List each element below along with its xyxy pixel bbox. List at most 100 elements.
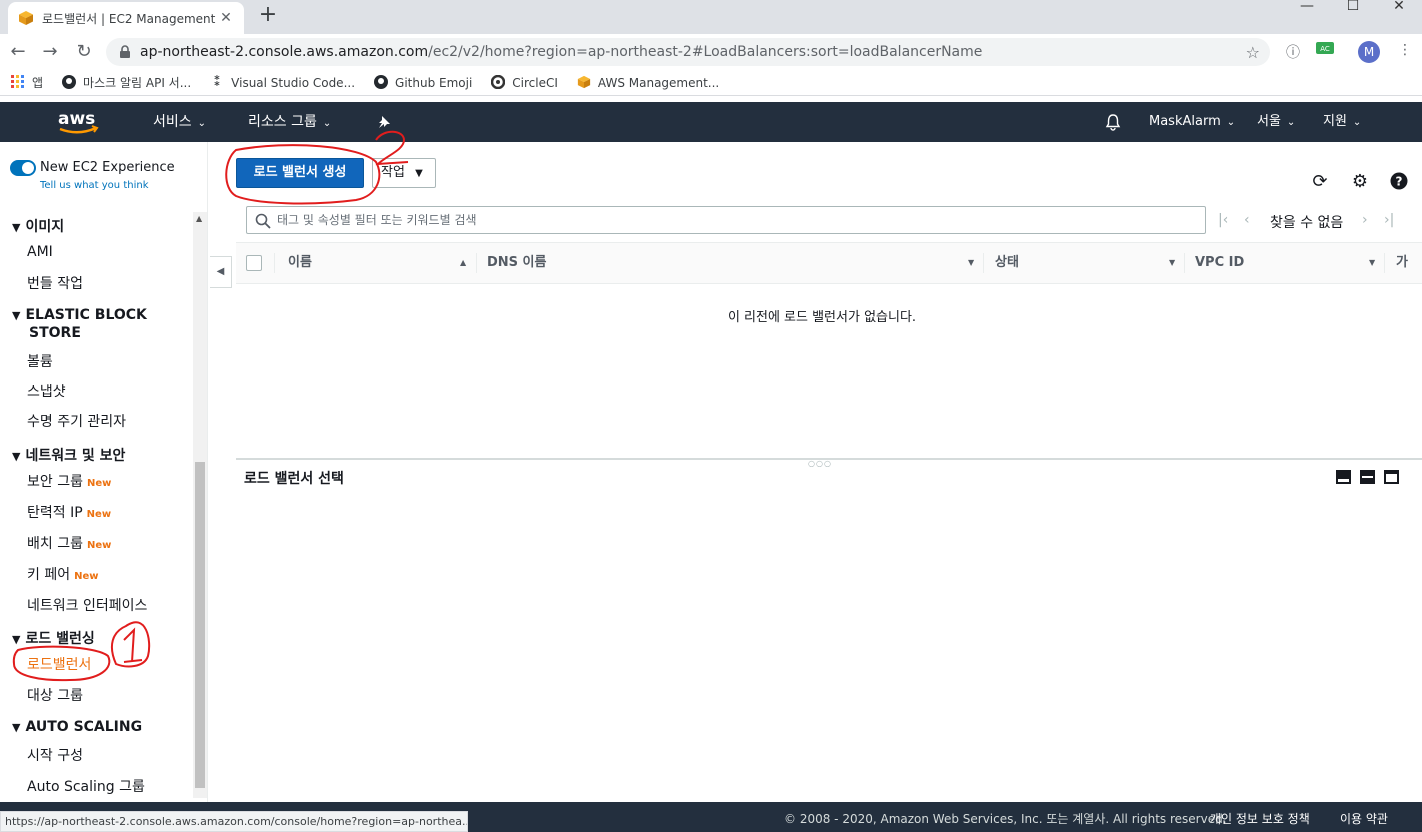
github-icon <box>373 74 389 91</box>
scroll-up-icon[interactable]: ▲ <box>196 214 202 223</box>
layout-bottom-icon[interactable] <box>1336 470 1351 484</box>
url-path: /ec2/v2/home?region=ap-northeast-2#LoadB… <box>428 44 983 60</box>
filter-search-field[interactable] <box>246 206 1206 234</box>
chevron-down-icon: ▼ <box>415 168 423 179</box>
link-status-bubble: https://ap-northeast-2.console.aws.amazo… <box>0 811 468 832</box>
back-icon[interactable]: ← <box>6 40 30 64</box>
section-images[interactable]: ▼ 이미지 <box>12 216 64 236</box>
bookmark-aws[interactable]: AWS Management... <box>576 75 719 91</box>
aws-cube-icon <box>19 11 33 25</box>
prev-page-icon[interactable]: ‹ <box>1244 212 1250 228</box>
first-page-icon[interactable]: |‹ <box>1218 212 1228 228</box>
actions-dropdown[interactable]: 작업 ▼ <box>372 158 436 188</box>
menu-dots-icon[interactable]: ⋮ <box>1394 42 1416 62</box>
browser-tab[interactable]: 로드밸런서 | EC2 Management C ✕ <box>8 2 244 34</box>
minimize-icon[interactable]: — <box>1284 0 1330 34</box>
sidebar-item-load-balancers[interactable]: 로드밸런서 <box>27 654 91 674</box>
sidebar-item-ami[interactable]: AMI <box>27 244 53 260</box>
bookmark-star-icon[interactable]: ☆ <box>1246 43 1260 62</box>
gear-icon[interactable]: ⚙ <box>1350 172 1370 192</box>
notifications-bell-icon[interactable] <box>1104 102 1122 142</box>
terms-link[interactable]: 이용 약관 <box>1340 810 1388 827</box>
resource-groups-menu[interactable]: 리소스 그룹 ⌄ <box>248 102 331 142</box>
sidebar-item-auto-scaling-groups[interactable]: Auto Scaling 그룹 <box>27 776 145 796</box>
section-auto-scaling[interactable]: ▼ AUTO SCALING <box>12 719 142 735</box>
sort-asc-icon[interactable]: ▲ <box>460 243 466 283</box>
feedback-link[interactable]: Tell us what you think <box>40 180 149 191</box>
splitter-grip-icon[interactable]: ○○○ <box>808 459 832 468</box>
triangle-down-icon: ▼ <box>12 633 21 646</box>
sidebar-item-elastic-ip[interactable]: 탄력적 IP New <box>27 502 111 522</box>
empty-table-message: 이 리전에 로드 밸런서가 없습니다. <box>727 310 917 325</box>
next-page-icon[interactable]: › <box>1362 212 1368 228</box>
aws-cube-icon <box>576 75 592 91</box>
layout-split-icon[interactable] <box>1360 470 1375 484</box>
column-availability[interactable]: 가 <box>1396 243 1408 283</box>
new-badge: New <box>86 509 112 520</box>
extension-info-icon[interactable]: ⓘ <box>1282 42 1304 62</box>
sidebar-item-placement-groups[interactable]: 배치 그룹 New <box>27 533 111 553</box>
column-vpc-id[interactable]: VPC ID <box>1195 243 1244 283</box>
privacy-link[interactable]: 개인 정보 보호 정책 <box>1210 810 1310 827</box>
sort-icon[interactable]: ▼ <box>1169 243 1175 283</box>
layout-full-icon[interactable] <box>1384 470 1399 484</box>
profile-avatar[interactable]: M <box>1358 41 1380 63</box>
new-experience-toggle[interactable] <box>10 160 36 176</box>
chevron-down-icon: ⌄ <box>322 118 332 129</box>
sidebar-scrollbar[interactable]: ▲ <box>193 212 207 798</box>
refresh-icon[interactable]: ⟳ <box>1310 172 1330 192</box>
services-menu[interactable]: 서비스 ⌄ <box>153 102 206 142</box>
reload-icon[interactable]: ↻ <box>72 40 96 64</box>
apps-grid-icon <box>10 74 26 91</box>
pin-icon[interactable] <box>377 102 391 142</box>
maximize-icon[interactable]: ☐ <box>1330 0 1376 34</box>
aws-logo[interactable]: aws <box>56 108 102 136</box>
triangle-down-icon: ▼ <box>12 721 21 734</box>
bookmark-mask-api[interactable]: 마스크 알림 API 서... <box>61 74 191 91</box>
account-menu[interactable]: MaskAlarm ⌄ <box>1149 102 1235 142</box>
sidebar-item-volumes[interactable]: 볼륨 <box>27 351 53 371</box>
select-all-checkbox[interactable] <box>246 255 262 271</box>
copyright-text: © 2008 - 2020, Amazon Web Services, Inc.… <box>784 812 1227 826</box>
extension-ac-icon[interactable]: AC <box>1314 42 1336 62</box>
sidebar-item-snapshots[interactable]: 스냅샷 <box>27 381 66 401</box>
sidebar-item-lifecycle[interactable]: 수명 주기 관리자 <box>27 411 126 431</box>
bookmark-github-emoji[interactable]: Github Emoji <box>373 74 472 91</box>
collapse-sidebar-button[interactable]: ◀ <box>210 256 232 288</box>
create-load-balancer-button[interactable]: 로드 밸런서 생성 <box>236 158 364 188</box>
sort-icon[interactable]: ▼ <box>968 243 974 283</box>
section-ebs[interactable]: ▼ ELASTIC BLOCK <box>12 307 147 323</box>
sidebar-item-launch-configs[interactable]: 시작 구성 <box>27 745 83 765</box>
sort-icon[interactable]: ▼ <box>1369 243 1375 283</box>
triangle-down-icon: ▼ <box>12 221 21 234</box>
column-dns-name[interactable]: DNS 이름 <box>487 243 546 283</box>
sidebar-item-bundle-tasks[interactable]: 번들 작업 <box>27 273 83 293</box>
region-menu[interactable]: 서울 ⌄ <box>1257 102 1295 142</box>
chevron-down-icon: ⌄ <box>1226 117 1236 128</box>
help-icon[interactable]: ? <box>1389 172 1409 192</box>
forward-icon[interactable]: → <box>38 40 62 64</box>
new-tab-button[interactable]: + <box>256 4 280 28</box>
sidebar-item-target-groups[interactable]: 대상 그룹 <box>27 685 83 705</box>
address-bar[interactable]: ap-northeast-2.console.aws.amazon.com /e… <box>106 38 1270 66</box>
section-network[interactable]: ▼ 네트워크 및 보안 <box>12 445 125 465</box>
last-page-icon[interactable]: ›| <box>1384 212 1394 228</box>
sidebar-item-security-groups[interactable]: 보안 그룹 New <box>27 471 111 491</box>
section-load-balancing[interactable]: ▼ 로드 밸런싱 <box>12 628 95 648</box>
support-menu[interactable]: 지원 ⌄ <box>1323 102 1361 142</box>
close-tab-icon[interactable]: ✕ <box>218 10 234 26</box>
tab-title: 로드밸런서 | EC2 Management C <box>42 11 218 26</box>
sidebar-item-key-pairs[interactable]: 키 페어 New <box>27 564 98 584</box>
search-input[interactable] <box>277 210 1197 230</box>
column-state[interactable]: 상태 <box>995 243 1019 283</box>
bookmark-circleci[interactable]: CircleCI <box>490 74 558 91</box>
column-name[interactable]: 이름 <box>288 243 312 283</box>
bookmark-vscode[interactable]: ⁑ Visual Studio Code... <box>209 75 355 91</box>
sidebar-item-network-interfaces[interactable]: 네트워크 인터페이스 <box>27 595 147 615</box>
pagination-status: 찾을 수 없음 <box>1270 215 1344 231</box>
bookmark-apps[interactable]: 앱 <box>10 74 43 91</box>
browser-tabstrip: 로드밸런서 | EC2 Management C ✕ + — ☐ ✕ <box>0 0 1422 34</box>
detail-pane-title: 로드 밸런서 선택 <box>244 471 344 487</box>
window-close-icon[interactable]: ✕ <box>1376 0 1422 34</box>
scrollbar-thumb[interactable] <box>195 462 205 788</box>
